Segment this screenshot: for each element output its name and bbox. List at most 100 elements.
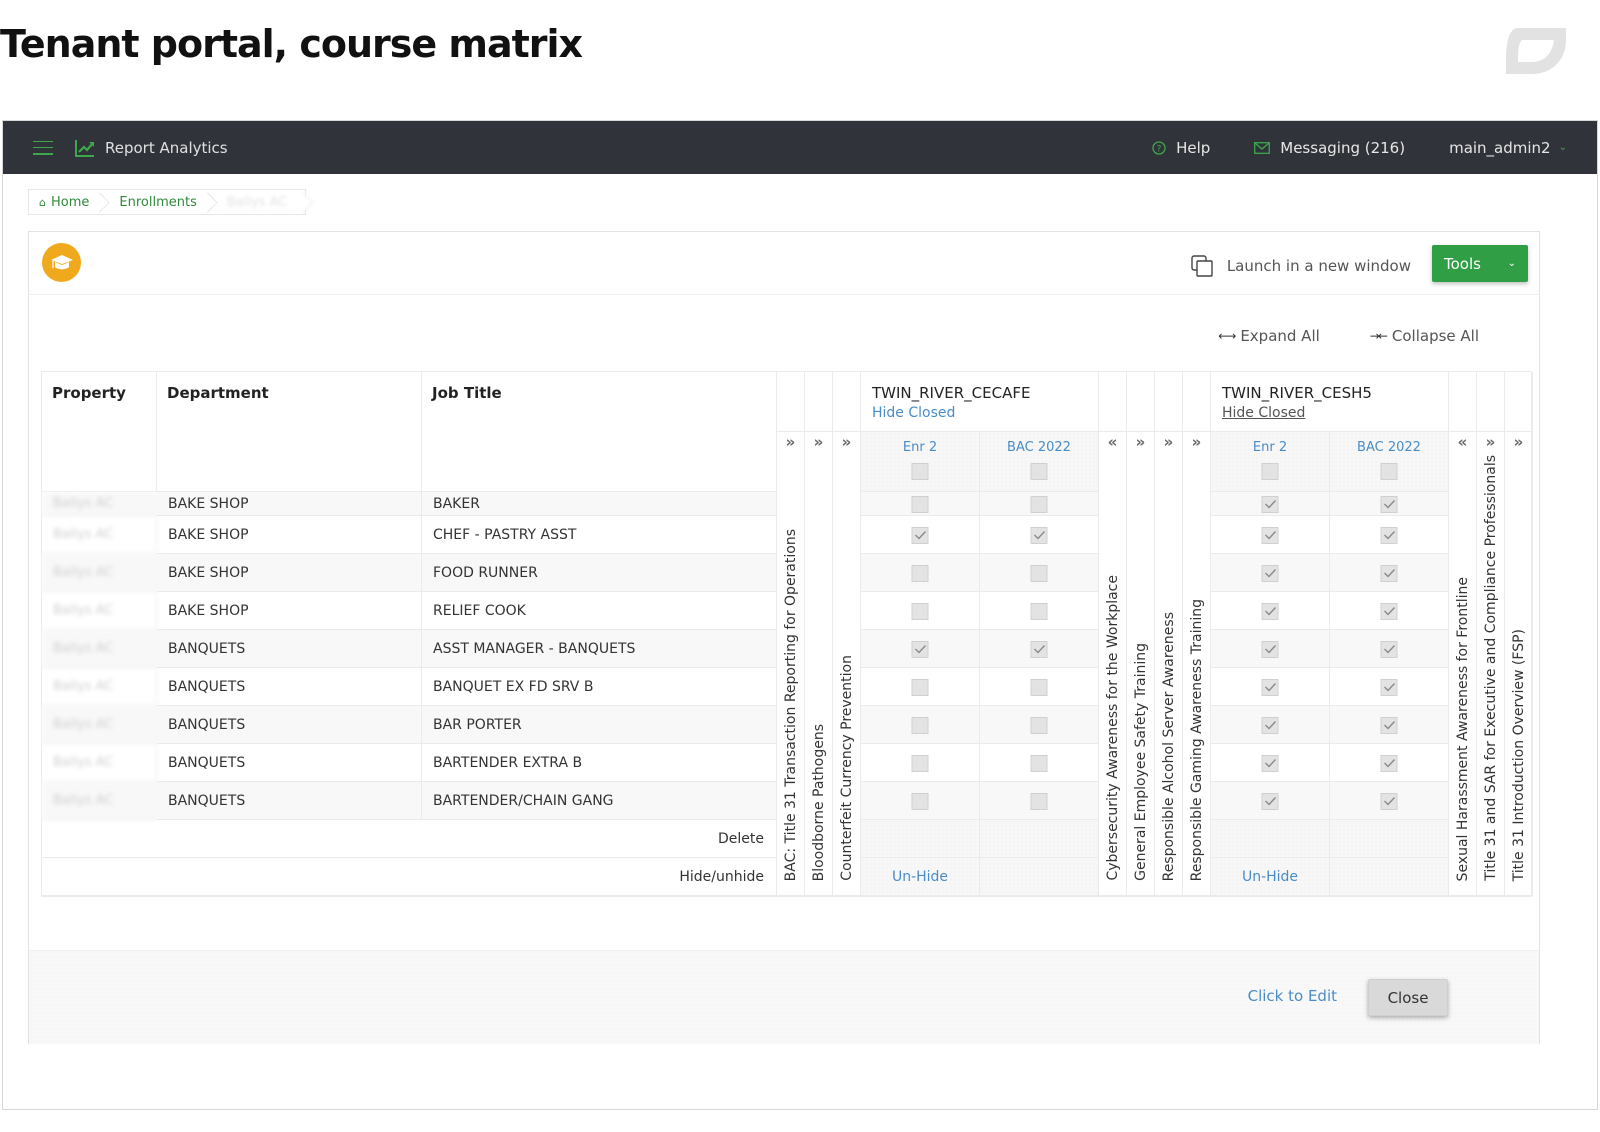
enrollment-checkbox[interactable] <box>911 526 929 544</box>
enrollment-checkbox[interactable] <box>1030 564 1048 582</box>
chevron-down-icon: ⌄ <box>1507 258 1516 269</box>
expand-column-chevron-icon[interactable]: » <box>1127 432 1154 451</box>
user-menu[interactable]: main_admin2 ⌄ <box>1449 139 1567 157</box>
select-all-checkbox[interactable] <box>911 463 929 480</box>
enrollment-checkbox[interactable] <box>1261 495 1279 513</box>
course-column-1: » Bloodborne Pathogens <box>805 432 833 896</box>
enrollment-checkbox[interactable] <box>911 716 929 734</box>
enrollment-checkbox[interactable] <box>1261 564 1279 582</box>
collapse-column-chevron-icon[interactable]: « <box>1099 432 1126 451</box>
enrollment-checkbox[interactable] <box>1261 526 1279 544</box>
enrollment-checkbox[interactable] <box>1261 716 1279 734</box>
leaf-logo-icon <box>1506 28 1566 74</box>
sub-column-label[interactable]: Enr 2 <box>861 432 979 455</box>
enrollment-checkbox[interactable] <box>911 678 929 696</box>
course-column-0: » BAC: Title 31 Transaction Reporting for… <box>777 432 805 896</box>
svg-text:?: ? <box>1157 144 1162 154</box>
enrollment-checkbox[interactable] <box>911 602 929 620</box>
enrollment-cell <box>861 668 980 706</box>
course-column-top <box>1477 372 1505 432</box>
sub-column-label[interactable]: BAC 2022 <box>980 432 1098 455</box>
collapse-all-button[interactable]: →← Collapse All <box>1370 327 1479 345</box>
enrollment-cell <box>861 592 980 630</box>
app-name[interactable]: Report Analytics <box>105 139 228 157</box>
course-column-top <box>1183 372 1211 432</box>
course-matrix-table: Property Department Job Title Ballys AC BAKE… <box>41 371 1533 897</box>
enrollment-cell <box>1330 492 1449 516</box>
enrollment-checkbox[interactable] <box>911 754 929 772</box>
enrollment-checkbox[interactable] <box>1261 792 1279 810</box>
hamburger-menu-icon[interactable] <box>33 140 53 155</box>
course-name-label: BAC: Title 31 Transaction Reporting for … <box>782 528 799 881</box>
enrollment-checkbox[interactable] <box>1380 754 1398 772</box>
select-all-checkbox[interactable] <box>1030 463 1048 480</box>
copy-window-icon <box>1191 255 1213 277</box>
hide-cell <box>1330 858 1449 896</box>
delete-cell <box>861 820 980 858</box>
expand-column-chevron-icon[interactable]: » <box>833 432 860 451</box>
expand-column-chevron-icon[interactable]: » <box>805 432 832 451</box>
expand-column-chevron-icon[interactable]: » <box>1477 432 1504 451</box>
enrollment-checkbox[interactable] <box>1380 716 1398 734</box>
enrollment-checkbox[interactable] <box>1261 754 1279 772</box>
course-column-top <box>1449 372 1477 432</box>
course-column-top <box>1505 372 1533 432</box>
select-all-checkbox[interactable] <box>1380 463 1398 480</box>
enrollment-checkbox[interactable] <box>1030 495 1048 513</box>
enrollment-checkbox[interactable] <box>1030 754 1048 772</box>
column-header-department: Department <box>157 372 422 492</box>
expand-all-button[interactable]: ←→ Expand All <box>1218 327 1320 345</box>
unhide-link[interactable]: Un-Hide <box>1211 858 1330 896</box>
enrollment-cell <box>980 554 1099 592</box>
enrollment-checkbox[interactable] <box>1030 526 1048 544</box>
sub-column-label[interactable]: BAC 2022 <box>1330 432 1448 455</box>
collapse-column-chevron-icon[interactable]: « <box>1449 432 1476 451</box>
unhide-link[interactable]: Un-Hide <box>861 858 980 896</box>
enrollment-checkbox[interactable] <box>1380 792 1398 810</box>
chevron-down-icon: ⌄ <box>1558 142 1567 153</box>
help-label: Help <box>1176 138 1211 157</box>
expand-column-chevron-icon[interactable]: » <box>777 432 804 451</box>
enrollment-checkbox[interactable] <box>1380 526 1398 544</box>
sub-column-label[interactable]: Enr 2 <box>1211 432 1329 455</box>
click-to-edit-link[interactable]: Click to Edit <box>1248 987 1337 1005</box>
department-cell: BANQUETS <box>157 668 422 706</box>
enrollment-checkbox[interactable] <box>1380 495 1398 513</box>
select-all-checkbox[interactable] <box>1261 463 1279 480</box>
column-header-job-title: Job Title <box>422 372 777 492</box>
breadcrumb-home[interactable]: ⌂ Home <box>29 190 101 214</box>
hide-closed-link[interactable]: Hide Closed <box>861 405 1098 421</box>
hide-closed-link[interactable]: Hide Closed <box>1211 405 1448 421</box>
enrollment-checkbox[interactable] <box>1030 678 1048 696</box>
expand-column-chevron-icon[interactable]: » <box>1183 432 1210 451</box>
expand-column-chevron-icon[interactable]: » <box>1155 432 1182 451</box>
enrollment-checkbox[interactable] <box>1030 602 1048 620</box>
enrollment-checkbox[interactable] <box>1030 640 1048 658</box>
launch-new-window-link[interactable]: Launch in a new window <box>1191 255 1411 277</box>
enrollment-checkbox[interactable] <box>911 792 929 810</box>
enrollment-checkbox[interactable] <box>1380 564 1398 582</box>
department-cell: BAKE SHOP <box>157 492 422 516</box>
enrollment-cell <box>1211 744 1330 782</box>
enrollment-checkbox[interactable] <box>1380 640 1398 658</box>
enrollment-cell <box>980 516 1099 554</box>
enrollment-checkbox[interactable] <box>911 564 929 582</box>
course-name-label: Bloodborne Pathogens <box>810 723 827 881</box>
help-link[interactable]: ? Help <box>1152 139 1210 157</box>
enrollment-checkbox[interactable] <box>1380 678 1398 696</box>
course-group-header: TWIN_RIVER_CECAFE Hide Closed <box>861 372 1099 432</box>
enrollment-checkbox[interactable] <box>911 640 929 658</box>
enrollment-checkbox[interactable] <box>1261 640 1279 658</box>
enrollment-checkbox[interactable] <box>1030 716 1048 734</box>
enrollment-checkbox[interactable] <box>1380 602 1398 620</box>
enrollment-checkbox[interactable] <box>1261 602 1279 620</box>
enrollment-checkbox[interactable] <box>1261 678 1279 696</box>
enrollment-checkbox[interactable] <box>1030 792 1048 810</box>
breadcrumb-enrollments[interactable]: Enrollments <box>101 190 208 214</box>
course-name-label: General Employee Safety Training <box>1132 643 1149 881</box>
tools-dropdown-button[interactable]: Tools ⌄ <box>1432 245 1528 282</box>
close-button[interactable]: Close <box>1368 979 1448 1016</box>
messaging-link[interactable]: Messaging (216) <box>1254 139 1405 157</box>
enrollment-checkbox[interactable] <box>911 495 929 513</box>
expand-column-chevron-icon[interactable]: » <box>1505 432 1532 451</box>
